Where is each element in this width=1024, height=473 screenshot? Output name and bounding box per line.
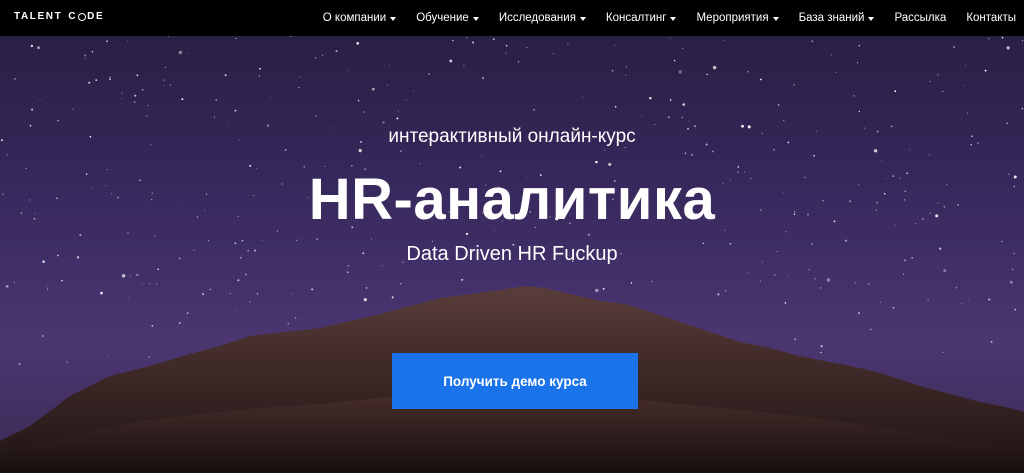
logo-text-c: C <box>68 11 78 22</box>
hero-subtitle-bottom: Data Driven HR Fuckup <box>406 243 618 265</box>
caret-down-icon <box>472 16 479 21</box>
nav-item-label: О компании <box>322 12 387 24</box>
hero-section: интерактивный онлайн-курс HR-аналитика D… <box>0 36 1024 473</box>
logo-circle-icon <box>78 12 87 21</box>
caret-down-icon <box>579 16 586 21</box>
get-demo-button[interactable]: Получить демо курса <box>392 353 638 409</box>
nav-item-about[interactable]: О компании <box>322 12 397 24</box>
nav-item-label: Мероприятия <box>696 12 769 24</box>
nav-item-label: Рассылка <box>894 12 947 24</box>
hero-title: HR-аналитика <box>308 167 716 232</box>
caret-down-icon <box>772 16 779 21</box>
nav-item-label: Контакты <box>966 12 1016 24</box>
nav-item-events[interactable]: Мероприятия <box>696 12 779 24</box>
talent-code-logo[interactable]: TALENT C DE <box>14 11 104 22</box>
nav-item-label: Исследования <box>498 12 576 24</box>
nav-item-research[interactable]: Исследования <box>499 12 586 24</box>
logo-text-de: DE <box>87 11 105 22</box>
caret-down-icon <box>670 16 677 21</box>
logo-text-talent: TALENT <box>14 11 63 22</box>
nav-item-label: База знаний <box>798 12 865 24</box>
nav-item-education[interactable]: Обучение <box>416 12 479 24</box>
top-navbar: TALENT C DE О компании Обучение Исследов… <box>0 0 1024 36</box>
caret-down-icon <box>390 16 397 21</box>
nav-item-label: Обучение <box>416 12 469 24</box>
nav-item-contacts[interactable]: Контакты <box>966 12 1016 24</box>
main-menu: О компании Обучение Исследования Консалт… <box>303 0 1016 36</box>
nav-item-label: Консалтинг <box>605 12 667 24</box>
nav-item-consulting[interactable]: Консалтинг <box>606 12 677 24</box>
hero-subtitle-top: интерактивный онлайн-курс <box>388 126 636 147</box>
caret-down-icon <box>868 16 875 21</box>
nav-item-newsletter[interactable]: Рассылка <box>894 12 946 24</box>
nav-item-knowledge-base[interactable]: База знаний <box>799 12 875 24</box>
